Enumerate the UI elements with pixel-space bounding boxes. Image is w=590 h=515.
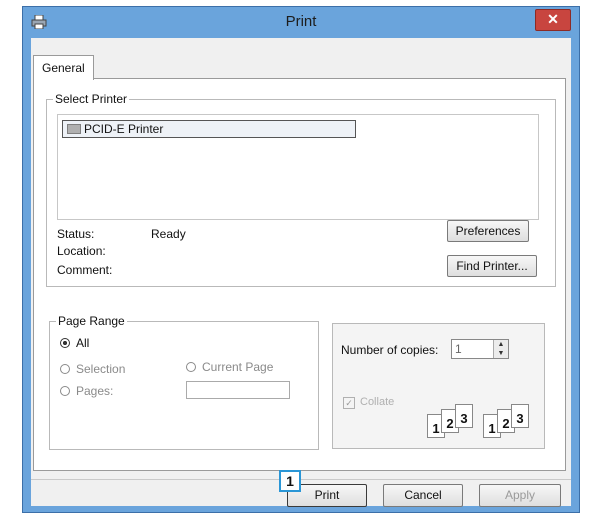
- copies-value: 1: [455, 342, 462, 356]
- comment-label: Comment:: [57, 263, 113, 277]
- copies-label: Number of copies:: [341, 343, 439, 357]
- footer-divider: [31, 479, 571, 480]
- spin-down-icon[interactable]: ▼: [493, 349, 508, 358]
- window-title: Print: [285, 13, 317, 30]
- collate-pages-icon: 1 2 3: [483, 404, 537, 438]
- checkbox-icon: ✓: [343, 397, 355, 409]
- status-label: Status:: [57, 227, 95, 241]
- find-printer-button[interactable]: Find Printer...: [447, 255, 537, 277]
- copies-input[interactable]: 1 ▲ ▼: [451, 339, 509, 359]
- tab-general[interactable]: General: [33, 55, 94, 80]
- radio-pages[interactable]: Pages:: [60, 384, 113, 398]
- location-label: Location:: [57, 244, 106, 258]
- printer-name: PCID-E Printer: [84, 122, 164, 136]
- close-button[interactable]: ✕: [535, 9, 571, 31]
- page-number: 3: [511, 404, 529, 428]
- printer-list[interactable]: PCID-E Printer: [57, 114, 539, 220]
- radio-current-page-label: Current Page: [202, 360, 274, 374]
- printer-icon: [67, 124, 81, 134]
- title-bar[interactable]: Print ✕: [23, 7, 579, 37]
- step-callout-badge: 1: [279, 470, 301, 492]
- spin-up-icon[interactable]: ▲: [493, 340, 508, 349]
- page-range-group: Page Range All Selection Current Page Pa…: [49, 314, 319, 450]
- dialog-client-area: General Select Printer PCID-E Printer St…: [31, 38, 571, 507]
- apply-button[interactable]: Apply: [479, 484, 561, 507]
- collate-checkbox[interactable]: ✓ Collate: [343, 396, 394, 409]
- radio-selection-label: Selection: [76, 362, 126, 376]
- cancel-button[interactable]: Cancel: [383, 484, 463, 507]
- radio-current-page[interactable]: Current Page: [186, 360, 273, 374]
- list-item[interactable]: PCID-E Printer: [62, 120, 356, 138]
- general-tab-panel: Select Printer PCID-E Printer Status: Re…: [33, 78, 566, 471]
- status-value: Ready: [151, 227, 186, 241]
- radio-dot-icon: [60, 386, 70, 396]
- radio-all[interactable]: All: [60, 336, 89, 350]
- close-icon: ✕: [547, 11, 559, 27]
- radio-dot-icon: [186, 362, 196, 372]
- copies-group: Number of copies: 1 ▲ ▼ ✓ Collate 1 2 3 1…: [332, 323, 545, 449]
- collate-label: Collate: [360, 396, 395, 408]
- radio-selection[interactable]: Selection: [60, 362, 125, 376]
- radio-dot-icon: [60, 338, 70, 348]
- page-number: 3: [455, 404, 473, 428]
- radio-pages-label: Pages:: [76, 384, 114, 398]
- pages-input[interactable]: [186, 381, 290, 399]
- select-printer-group: Select Printer PCID-E Printer Status: Re…: [46, 92, 556, 287]
- collate-pages-icon: 1 2 3: [427, 404, 481, 438]
- print-dialog-window: Print ✕ General Select Printer PCID-E Pr…: [22, 6, 580, 513]
- page-range-legend: Page Range: [58, 314, 125, 328]
- select-printer-legend: Select Printer: [55, 92, 128, 106]
- radio-all-label: All: [76, 336, 90, 350]
- preferences-button[interactable]: Preferences: [447, 220, 529, 242]
- radio-dot-icon: [60, 364, 70, 374]
